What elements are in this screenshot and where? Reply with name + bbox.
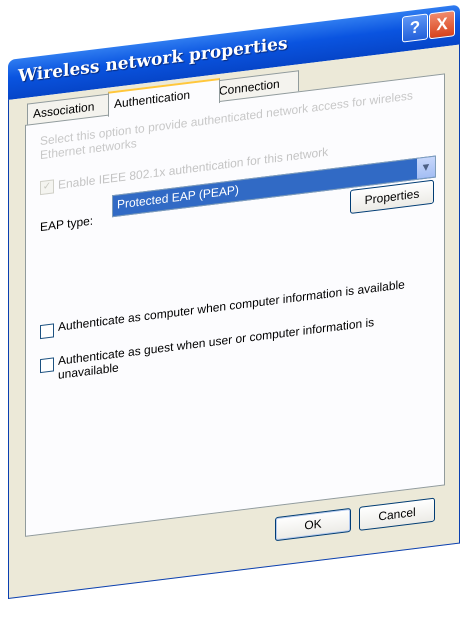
cancel-button[interactable]: Cancel [359,497,435,531]
chevron-down-icon[interactable]: ▼ [417,156,435,179]
checkmark-icon: ✓ [42,180,52,193]
enable-8021x-checkbox: ✓ [40,179,54,196]
wireless-network-properties-dialog: Wireless network properties ? X Associat… [8,4,460,600]
help-icon: ? [409,17,421,38]
eap-type-value: Protected EAP (PEAP) [117,182,239,212]
auth-as-guest-checkbox[interactable] [40,357,54,374]
ok-button[interactable]: OK [275,507,351,542]
close-button[interactable]: X [429,10,455,40]
screenshot-stage: Wireless network properties ? X Associat… [0,0,471,625]
dialog-body: Association Authentication Connection Se… [8,44,460,599]
close-icon: X [436,14,448,35]
help-button[interactable]: ? [402,13,428,43]
authentication-panel: Select this option to provide authentica… [25,73,445,537]
eap-type-label: EAP type: [40,213,94,235]
auth-as-computer-checkbox[interactable] [40,323,54,340]
